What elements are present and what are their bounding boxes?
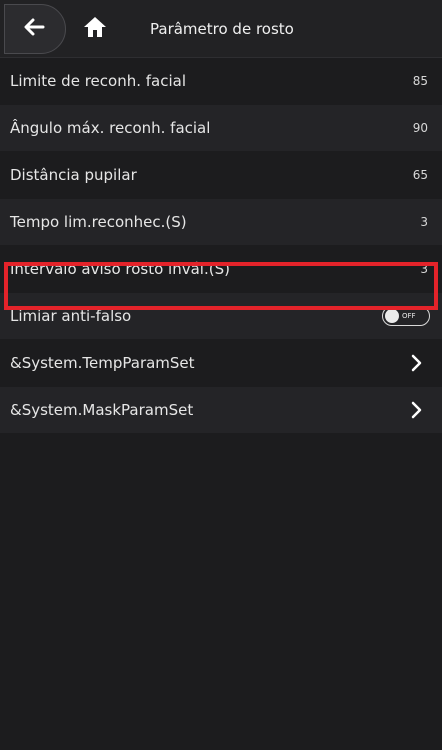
- chevron-right-icon: [410, 353, 424, 373]
- setting-label: Distância pupilar: [10, 166, 137, 184]
- setting-label: &System.TempParamSet: [10, 354, 195, 372]
- page-title: Parâmetro de rosto: [150, 20, 294, 38]
- setting-value: 3: [420, 215, 428, 229]
- toggle-knob: [385, 309, 399, 323]
- chevron-right-icon: [410, 400, 424, 420]
- setting-value: 65: [412, 168, 428, 182]
- setting-row-temp-params[interactable]: &System.TempParamSet: [0, 340, 442, 386]
- setting-label: Limite de reconh. facial: [10, 72, 186, 90]
- setting-label: &System.MaskParamSet: [10, 401, 194, 419]
- setting-value: 85: [412, 74, 428, 88]
- setting-label: Tempo lim.reconhec.(S): [10, 213, 187, 231]
- header-bar: Parâmetro de rosto: [0, 0, 442, 58]
- setting-row-face-threshold[interactable]: Limite de reconh. facial 85: [0, 58, 442, 104]
- setting-row-pupil-distance[interactable]: Distância pupilar 65: [0, 152, 442, 198]
- setting-label: Intervalo aviso rosto invál.(S): [10, 260, 230, 278]
- setting-label: Limiar anti-falso: [10, 307, 132, 325]
- home-icon: [82, 15, 108, 43]
- setting-value: 3: [420, 262, 428, 276]
- setting-value: 90: [412, 121, 428, 135]
- setting-row-max-angle[interactable]: Ângulo máx. reconh. facial 90: [0, 105, 442, 151]
- home-button[interactable]: [70, 4, 120, 54]
- setting-row-anti-spoof[interactable]: Limiar anti-falso OFF: [0, 293, 442, 339]
- setting-row-recognition-timeout[interactable]: Tempo lim.reconhec.(S) 3: [0, 199, 442, 245]
- toggle-state-label: OFF: [402, 312, 416, 320]
- setting-row-mask-params[interactable]: &System.MaskParamSet: [0, 387, 442, 433]
- screen: Parâmetro de rosto Limite de reconh. fac…: [0, 0, 442, 750]
- anti-spoof-toggle[interactable]: OFF: [382, 306, 430, 326]
- back-button[interactable]: [4, 4, 66, 54]
- setting-label: Ângulo máx. reconh. facial: [10, 119, 211, 137]
- setting-row-invalid-face-interval[interactable]: Intervalo aviso rosto invál.(S) 3: [0, 246, 442, 292]
- arrow-left-icon: [23, 18, 45, 40]
